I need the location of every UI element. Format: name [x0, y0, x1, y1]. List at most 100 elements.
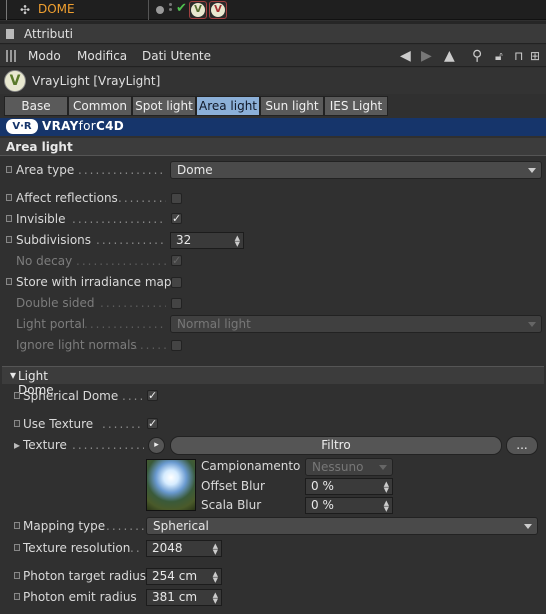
animate-bullet[interactable] — [6, 215, 12, 222]
tab-sun-light[interactable]: Sun light — [260, 96, 324, 116]
menu-modo[interactable]: Modo — [28, 49, 61, 63]
tab-ies-light[interactable]: IES Light — [324, 96, 388, 116]
object-name[interactable]: DOME — [38, 2, 75, 16]
object-manager-row[interactable]: ✣ DOME ✔ V V — [0, 0, 546, 20]
photon-target-radius-label: Photon target radius — [23, 569, 147, 583]
offset-blur-label: Offset Blur — [201, 479, 265, 493]
row-affect-reflections: Affect reflections .......... — [0, 188, 546, 209]
animate-bullet[interactable] — [6, 166, 12, 173]
animate-bullet[interactable] — [6, 194, 12, 201]
use-texture-checkbox[interactable]: ✓ — [147, 418, 158, 429]
row-use-texture: Use Texture ........ ✓ — [0, 414, 546, 435]
row-area-type: Area type .................. Dome — [0, 160, 546, 181]
use-texture-label: Use Texture — [23, 417, 94, 431]
up-arrow-icon[interactable]: ▲ — [444, 47, 455, 65]
chevron-down-icon — [528, 168, 536, 173]
light-portal-dropdown: Normal light — [170, 315, 542, 333]
enabled-check-icon[interactable]: ✔ — [176, 1, 187, 16]
texture-label: Texture — [23, 438, 67, 452]
render-dots-icon[interactable] — [169, 3, 173, 17]
row-store-irradiance: Store with irradiance map — [0, 272, 546, 293]
animate-bullet[interactable] — [6, 278, 12, 285]
grip-icon[interactable] — [6, 50, 18, 62]
texture-browse-button[interactable]: ... — [506, 436, 538, 455]
ignore-light-normals-label: Ignore light normals — [16, 338, 137, 352]
vray-tag-icon-2[interactable]: V — [209, 1, 227, 19]
row-photon-target-radius: Photon target radius 254 cm ▲ ▼ — [0, 566, 546, 587]
row-texture: ▸ Texture .............. ▸ Filtro ... — [0, 435, 546, 456]
area-type-dropdown[interactable]: Dome — [170, 161, 542, 179]
animate-bullet[interactable] — [14, 544, 20, 551]
photon-emit-radius-label: Photon emit radius — [23, 590, 137, 604]
subdivisions-input[interactable]: 32 ▲ ▼ — [170, 232, 244, 249]
animate-bullet[interactable] — [14, 522, 20, 529]
row-photon-emit-radius: Photon emit radius 381 cm ▲ ▼ — [0, 587, 546, 608]
texture-options-button[interactable]: ▸ — [148, 437, 165, 454]
visibility-dot-icon[interactable] — [156, 6, 164, 14]
texture-preview-image[interactable] — [146, 459, 196, 511]
row-no-decay: No decay .................. ✓ — [16, 254, 182, 268]
texture-resolution-input[interactable]: 2048 ▲ ▼ — [146, 540, 222, 557]
lock-icon[interactable]: 🔓︎ — [495, 47, 503, 65]
photon-target-radius-input[interactable]: 254 cm ▲ ▼ — [146, 568, 222, 585]
spinner-icon[interactable]: ▲ ▼ — [213, 543, 218, 556]
ignore-light-normals-checkbox — [171, 340, 182, 351]
light-portal-label: Light portal — [16, 317, 86, 331]
animate-bullet[interactable] — [14, 392, 20, 399]
spinner-icon[interactable]: ▲ ▼ — [235, 235, 240, 248]
affect-reflections-checkbox[interactable] — [171, 193, 182, 204]
light-dome-title[interactable]: ▾ Light Dome — [10, 368, 54, 397]
search-icon[interactable]: ⚲ — [472, 47, 482, 65]
new-panel-icon[interactable]: ⊞ — [530, 47, 540, 65]
vray-tag-icon[interactable]: V — [189, 1, 207, 19]
tab-common[interactable]: Common — [68, 96, 132, 116]
menu-modifica[interactable]: Modifica — [77, 49, 127, 63]
animate-bullet[interactable] — [14, 593, 20, 600]
menu-dati-utente[interactable]: Dati Utente — [142, 49, 211, 63]
offset-blur-input[interactable]: 0 % ▲ ▼ — [305, 478, 393, 495]
row-mapping-type: Mapping type ....... Spherical — [0, 516, 546, 537]
spherical-dome-label: Spherical Dome — [23, 389, 119, 403]
forward-arrow-icon[interactable]: ▶ — [421, 47, 432, 65]
spinner-icon[interactable]: ▲ ▼ — [213, 571, 218, 584]
light-object-icon: ✣ — [20, 3, 31, 17]
object-header: V VrayLight [VrayLight] — [0, 68, 546, 94]
animate-bullet[interactable] — [14, 420, 20, 427]
spinner-icon[interactable]: ▲ ▼ — [213, 592, 218, 605]
tab-area-light[interactable]: Area light — [196, 96, 260, 116]
vray-light-icon: V — [4, 70, 26, 92]
texture-filtro-button[interactable]: Filtro — [170, 436, 502, 455]
invisible-checkbox[interactable]: ✓ — [171, 213, 182, 224]
expand-arrow-icon[interactable]: ▸ — [14, 438, 20, 452]
mapping-type-dropdown[interactable]: Spherical — [146, 517, 538, 535]
chevron-down-icon — [524, 524, 532, 529]
section-light-dome[interactable]: ▾ Light Dome — [2, 366, 544, 397]
row-ignore-light-normals: Ignore light normals ...... — [0, 335, 546, 356]
object-title: VrayLight [VrayLight] — [32, 74, 161, 88]
campionamento-label: Campionamento — [201, 459, 301, 473]
row-double-sided: Double sided ............. — [0, 293, 546, 314]
section-area-light: Area light — [0, 138, 546, 156]
chevron-down-icon — [379, 465, 387, 470]
tab-spot-light[interactable]: Spot light — [132, 96, 196, 116]
subdivisions-label: Subdivisions — [16, 233, 92, 247]
animate-bullet[interactable] — [6, 236, 12, 243]
panel-icon — [6, 29, 14, 39]
vray-banner: V·R VRAYforC4D — [0, 118, 546, 136]
attributes-menu-bar: Modo Modifica Dati Utente ◀ ▶ ▲ ⚲ 🔓︎ ⊓ ⊞ — [0, 45, 546, 67]
spherical-dome-checkbox[interactable]: ✓ — [147, 390, 158, 401]
scala-blur-input[interactable]: 0 % ▲ ▼ — [305, 497, 393, 514]
pin-icon[interactable]: ⊓ — [514, 47, 523, 65]
spinner-icon[interactable]: ▲ ▼ — [384, 500, 389, 513]
animate-bullet[interactable] — [14, 572, 20, 579]
back-arrow-icon[interactable]: ◀ — [400, 47, 411, 65]
double-sided-label: Double sided — [16, 296, 95, 310]
spinner-icon[interactable]: ▲ ▼ — [384, 481, 389, 494]
scala-blur-label: Scala Blur — [201, 498, 262, 512]
attributes-panel-header: Attributi — [0, 24, 546, 44]
column-separator — [148, 0, 149, 20]
photon-emit-radius-input[interactable]: 381 cm ▲ ▼ — [146, 589, 222, 606]
store-irradiance-checkbox[interactable] — [171, 277, 182, 288]
tab-base[interactable]: Base — [4, 96, 68, 116]
mapping-type-label: Mapping type — [23, 519, 106, 533]
